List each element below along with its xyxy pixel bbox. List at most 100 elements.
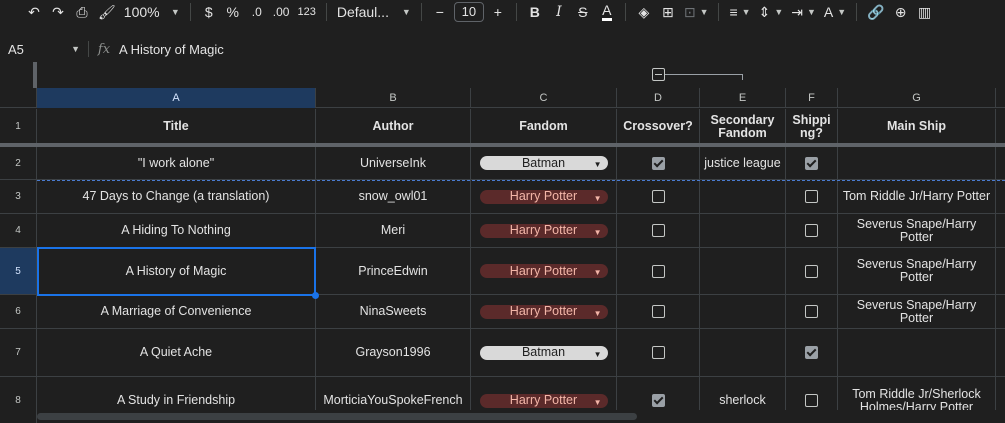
row-number[interactable]: 3 — [0, 180, 37, 213]
horizontal-align-icon[interactable]: ≡ ▼ — [725, 1, 754, 23]
fandom-dropdown-chip[interactable]: Harry Potter ▼ — [479, 189, 608, 204]
font-select[interactable]: Defaul... ▼ — [333, 1, 415, 23]
zoom-select[interactable]: 100% ▼ — [120, 1, 184, 23]
row-number[interactable]: 7 — [0, 329, 37, 376]
cell-author[interactable]: Grayson1996 — [316, 329, 471, 376]
increase-decimal-button[interactable]: .00 — [269, 1, 294, 23]
merge-cells-icon[interactable]: ⊡ ▼ — [680, 1, 713, 23]
fandom-dropdown-chip[interactable]: Batman ▼ — [479, 156, 608, 170]
column-header-a[interactable]: A — [37, 88, 316, 108]
cell-title[interactable]: A History of Magic — [37, 248, 316, 294]
borders-icon[interactable]: ⊞ — [656, 1, 680, 23]
crossover-checkbox[interactable] — [651, 156, 665, 170]
cell-title[interactable]: A Hiding To Nothing — [37, 214, 316, 247]
chart-icon[interactable]: ▥ — [913, 1, 937, 23]
bold-button[interactable]: B — [523, 1, 547, 23]
cell-secondary-fandom[interactable] — [700, 295, 786, 328]
fandom-dropdown-chip[interactable]: Harry Potter ▼ — [479, 264, 608, 278]
crossover-checkbox[interactable] — [651, 190, 665, 203]
row-number[interactable]: 4 — [0, 214, 37, 247]
header-title[interactable]: Title — [37, 109, 316, 144]
crossover-checkbox[interactable] — [651, 346, 665, 359]
crossover-checkbox[interactable] — [651, 394, 665, 407]
row-number[interactable]: 8 — [0, 377, 37, 423]
cell-secondary-fandom[interactable] — [700, 329, 786, 376]
cell-author[interactable]: NinaSweets — [316, 295, 471, 328]
cell-main-ship[interactable] — [838, 329, 996, 376]
cell-title[interactable]: "I work alone" — [37, 147, 316, 179]
column-header-g[interactable]: G — [838, 88, 996, 108]
paint-format-icon[interactable]: 🖌 — [94, 1, 120, 23]
cell-fandom[interactable]: Harry Potter ▼ — [471, 214, 617, 247]
fandom-dropdown-chip[interactable]: Harry Potter ▼ — [479, 393, 608, 408]
fandom-dropdown-chip[interactable]: Harry Potter ▼ — [479, 304, 608, 319]
currency-button[interactable]: $ — [197, 1, 221, 23]
cell-fandom[interactable]: Batman ▼ — [471, 329, 617, 376]
font-size-decrease-icon[interactable]: − — [428, 1, 452, 23]
cell-secondary-fandom[interactable] — [700, 248, 786, 294]
font-size-increase-icon[interactable]: + — [486, 1, 510, 23]
vertical-align-icon[interactable]: ⇕ ▼ — [755, 1, 788, 23]
row-number[interactable]: 6 — [0, 295, 37, 328]
cell-fandom[interactable]: Harry Potter ▼ — [471, 295, 617, 328]
cell-main-ship[interactable]: Severus Snape/Harry Potter — [838, 248, 996, 294]
crossover-checkbox[interactable] — [651, 305, 665, 318]
crossover-checkbox[interactable] — [651, 224, 665, 237]
percent-button[interactable]: % — [221, 1, 245, 23]
column-header-c[interactable]: C — [471, 88, 617, 108]
cell-secondary-fandom[interactable] — [700, 214, 786, 247]
cell-main-ship[interactable]: Severus Snape/Harry Potter — [838, 214, 996, 247]
italic-button[interactable]: I — [547, 1, 571, 23]
header-shipping[interactable]: Shipping? — [786, 109, 838, 144]
shipping-checkbox[interactable] — [805, 305, 818, 318]
shipping-checkbox[interactable] — [805, 394, 818, 407]
cell-main-ship[interactable]: Tom Riddle Jr/Harry Potter — [838, 180, 996, 213]
header-main-ship[interactable]: Main Ship — [838, 109, 996, 144]
fandom-dropdown-chip[interactable]: Harry Potter ▼ — [479, 223, 608, 238]
column-header-b[interactable]: B — [316, 88, 471, 108]
cell-author[interactable]: PrinceEdwin — [316, 248, 471, 294]
column-header-d[interactable]: D — [617, 88, 700, 108]
crossover-checkbox[interactable] — [651, 264, 665, 278]
fill-handle[interactable] — [312, 292, 319, 299]
link-icon[interactable]: 🔗 — [863, 1, 888, 23]
cell-secondary-fandom[interactable] — [700, 180, 786, 213]
header-crossover[interactable]: Crossover? — [617, 109, 700, 144]
shipping-checkbox[interactable] — [805, 224, 818, 237]
cell-main-ship[interactable]: Severus Snape/Harry Potter — [838, 295, 996, 328]
shipping-checkbox[interactable] — [805, 190, 818, 203]
row-number[interactable]: 2 — [0, 147, 37, 179]
cell-title[interactable]: A Marriage of Convenience — [37, 295, 316, 328]
print-icon[interactable]: ⎙ — [70, 1, 94, 23]
text-rotate-icon[interactable]: A ▼ — [820, 1, 850, 23]
comment-icon[interactable]: ⊕ — [889, 1, 913, 23]
freeze-handle[interactable] — [33, 62, 37, 88]
select-all-corner[interactable] — [0, 88, 37, 108]
row-number[interactable]: 1 — [0, 109, 37, 144]
row-number[interactable]: 5 — [0, 248, 37, 294]
cell-author[interactable]: UniverseInk — [316, 147, 471, 179]
cell-author[interactable]: Meri — [316, 214, 471, 247]
fandom-dropdown-chip[interactable]: Batman ▼ — [479, 345, 608, 360]
header-fandom[interactable]: Fandom — [471, 109, 617, 144]
strikethrough-button[interactable]: S — [571, 1, 595, 23]
cell-title[interactable]: 47 Days to Change (a translation) — [37, 180, 316, 213]
cell-secondary-fandom[interactable]: justice league — [700, 147, 786, 179]
horizontal-scrollbar[interactable] — [37, 410, 1005, 423]
cell-title[interactable]: A Quiet Ache — [37, 329, 316, 376]
name-box[interactable]: A5 ▼ — [0, 36, 88, 62]
header-secondary-fandom[interactable]: Secondary Fandom — [700, 109, 786, 144]
redo-icon[interactable]: ↷ — [46, 1, 70, 23]
scrollbar-thumb[interactable] — [37, 413, 637, 420]
text-wrap-icon[interactable]: ⇥ ▼ — [787, 1, 820, 23]
cell-fandom[interactable]: Batman ▼ — [471, 147, 617, 179]
column-header-e[interactable]: E — [700, 88, 786, 108]
number-format-button[interactable]: 123 — [293, 1, 319, 23]
shipping-checkbox[interactable] — [805, 264, 818, 278]
cell-author[interactable]: snow_owl01 — [316, 180, 471, 213]
cell-main-ship[interactable] — [838, 147, 996, 179]
fill-color-icon[interactable]: ◈ — [632, 1, 656, 23]
column-header-f[interactable]: F — [786, 88, 838, 108]
cell-fandom[interactable]: Harry Potter ▼ — [471, 180, 617, 213]
shipping-checkbox[interactable] — [805, 346, 818, 359]
